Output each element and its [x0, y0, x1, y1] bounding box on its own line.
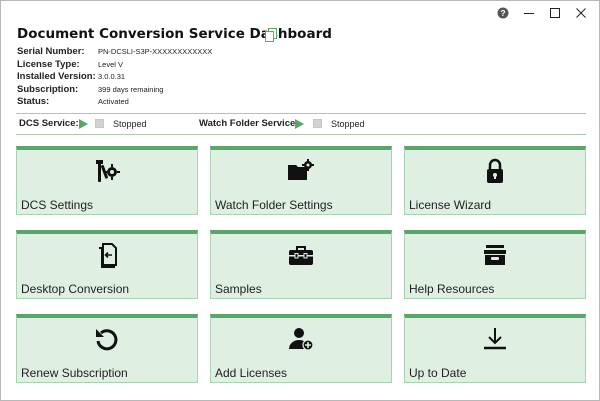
dcs-stop-button[interactable] — [95, 119, 104, 128]
tile-label: Renew Subscription — [21, 366, 128, 380]
tile-label: Desktop Conversion — [21, 282, 130, 296]
page-title: Document Conversion Service Dashboard — [17, 26, 332, 42]
watch-service-status: Stopped — [331, 119, 365, 129]
tile-label: DCS Settings — [21, 198, 94, 212]
close-icon — [576, 8, 586, 18]
divider — [16, 134, 586, 135]
watch-service-label: Watch Folder Service: — [199, 118, 299, 129]
tile-label: Up to Date — [409, 366, 467, 380]
watch-stop-button[interactable] — [313, 119, 322, 128]
tile-label: Help Resources — [409, 282, 495, 296]
tile-label: Add Licenses — [215, 366, 288, 380]
tile-label: Samples — [215, 282, 262, 296]
maximize-button[interactable] — [544, 4, 566, 22]
divider — [16, 113, 586, 114]
archive-box-icon — [481, 241, 509, 269]
add-user-icon — [287, 325, 315, 353]
services-bar: DCS Service: Stopped Watch Folder Servic… — [1, 117, 600, 131]
tile-desktop-conversion[interactable]: Desktop Conversion — [16, 230, 198, 299]
info-label: Status: — [17, 96, 50, 107]
refresh-icon — [93, 325, 121, 353]
info-label: Serial Number: — [17, 46, 85, 57]
info-value: 399 days remaining — [98, 84, 164, 94]
dashboard-window: ? Document Conversion Service Dashboard — [0, 0, 600, 401]
info-label: License Type: — [17, 58, 80, 70]
minimize-button[interactable] — [518, 4, 540, 22]
copy-button[interactable] — [265, 28, 277, 42]
tile-label: License Wizard — [409, 198, 492, 212]
tile-renew-subscription[interactable]: Renew Subscription — [16, 314, 198, 383]
dcs-service-status: Stopped — [113, 119, 147, 129]
maximize-icon — [550, 8, 560, 18]
dcs-service-label: DCS Service: — [19, 118, 79, 129]
tools-gear-icon — [93, 157, 121, 185]
minimize-icon — [524, 13, 534, 14]
tile-help-resources[interactable]: Help Resources — [404, 230, 586, 299]
copy-icon — [265, 28, 277, 42]
tile-samples[interactable]: Samples — [210, 230, 392, 299]
info-value: PN-DCSLI-S3P-XXXXXXXXXXXX — [98, 47, 213, 56]
tile-up-to-date[interactable]: Up to Date — [404, 314, 586, 383]
folder-gear-icon — [287, 157, 315, 185]
info-value: Activated — [98, 97, 129, 106]
info-value: 3.0.0.31 — [98, 72, 126, 81]
lock-icon — [481, 157, 509, 185]
info-label: Subscription: — [17, 83, 79, 95]
tile-label: Watch Folder Settings — [215, 198, 333, 212]
document-convert-icon — [93, 241, 121, 269]
close-button[interactable] — [570, 4, 592, 22]
tile-watch-folder-settings[interactable]: Watch Folder Settings — [210, 146, 392, 215]
help-button[interactable]: ? — [492, 4, 514, 22]
info-value: Level V — [98, 59, 124, 69]
tile-dcs-settings[interactable]: DCS Settings — [16, 146, 198, 215]
svg-text:?: ? — [500, 8, 505, 18]
info-label: Installed Version: — [17, 71, 96, 82]
tile-add-licenses[interactable]: Add Licenses — [210, 314, 392, 383]
tile-license-wizard[interactable]: License Wizard — [404, 146, 586, 215]
toolbox-icon — [287, 241, 315, 269]
watch-start-button[interactable] — [295, 119, 304, 129]
download-icon — [481, 325, 509, 353]
dcs-start-button[interactable] — [79, 119, 88, 129]
question-circle-icon: ? — [497, 7, 509, 19]
title-bar: ? — [1, 1, 599, 25]
